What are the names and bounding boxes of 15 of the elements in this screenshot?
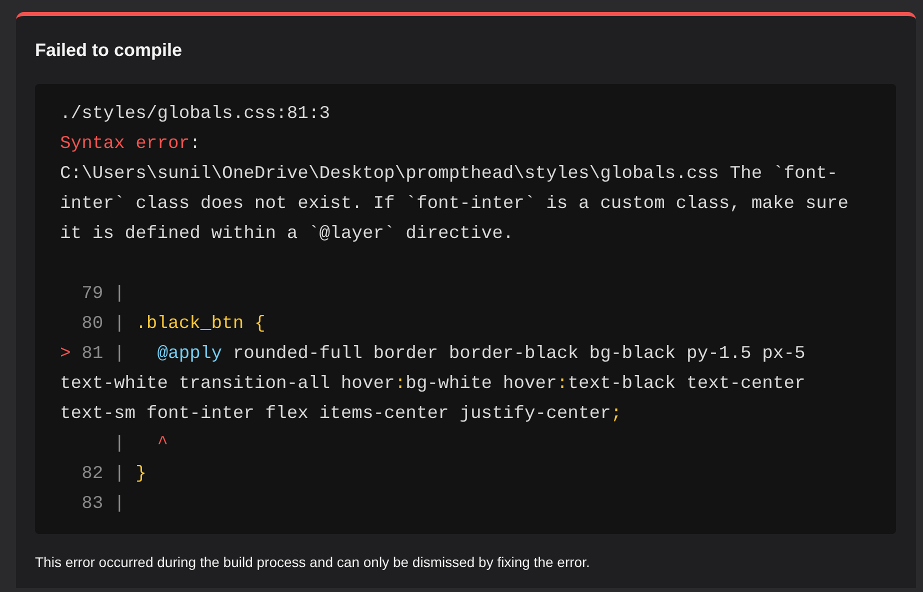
- error-message-line: ./styles/globals.css:81:3: [60, 103, 330, 126]
- error-message-line: C:\Users\sunil\OneDrive\Desktop\prompthead\styles\globals.css The `font-: [60, 163, 838, 186]
- code-line: | ^: [113, 433, 168, 456]
- error-message-line: Syntax error:: [60, 133, 200, 156]
- code-line: text-white transition-all hover:bg-white hover:text-black text-center: [60, 373, 806, 396]
- overlay-title: Failed to compile: [35, 39, 184, 62]
- footer-note: This error occurred during the build process and can only be dismissed by fixing the error.: [35, 553, 591, 572]
- error-message-line: it is defined within a `@layer` directive.: [60, 223, 514, 246]
- code-line: 79 |: [80, 283, 125, 306]
- code-line: > 81 | @apply rounded-full border border-black bg-black py-1.5 px-5: [60, 343, 806, 366]
- code-line: 80 | .black_btn {: [80, 313, 266, 336]
- code-line: 82 | }: [80, 463, 146, 486]
- code-line: 83 |: [80, 493, 125, 516]
- code-line: text-sm font-inter flex items-center justify-center;: [60, 403, 622, 426]
- error-message-line: inter` class does not exist. If `font-inter` is a custom class, make sure: [60, 193, 849, 216]
